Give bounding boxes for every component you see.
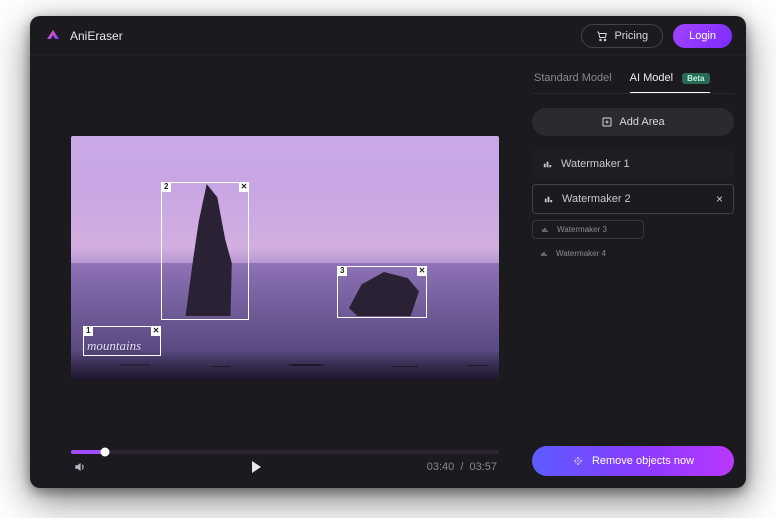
pricing-button[interactable]: Pricing <box>581 24 663 48</box>
watermark-item[interactable]: Watermaker 1 <box>532 150 734 178</box>
resize-handle[interactable] <box>337 266 345 274</box>
resize-handle[interactable] <box>153 326 161 334</box>
play-button[interactable] <box>252 461 261 473</box>
add-area-button[interactable]: Add Area <box>532 108 734 136</box>
layer-icon <box>543 194 554 205</box>
add-area-label: Add Area <box>619 116 664 128</box>
watermark-label: Watermaker 4 <box>556 249 606 258</box>
resize-handle[interactable] <box>161 312 169 320</box>
remove-objects-button[interactable]: Remove objects now <box>532 446 734 476</box>
watermark-label: Watermaker 3 <box>557 225 607 234</box>
layer-icon <box>540 250 548 258</box>
volume-icon[interactable] <box>73 460 87 474</box>
beta-badge: Beta <box>682 73 709 84</box>
login-label: Login <box>689 30 716 42</box>
add-area-icon <box>601 116 613 128</box>
timeline[interactable] <box>71 450 499 454</box>
resize-handle[interactable] <box>241 182 249 190</box>
watermark-subitem[interactable]: Watermaker 3 <box>532 220 644 239</box>
time-total: 03:57 <box>469 461 497 473</box>
time-sep: / <box>460 461 463 473</box>
brand-name: AniEraser <box>70 29 123 43</box>
app-header: AniEraser Pricing Login <box>30 16 746 56</box>
time-display: 03:40 / 03:57 <box>427 461 497 473</box>
tab-ai-model[interactable]: AI Model Beta <box>630 64 710 93</box>
tab-ai-label: AI Model <box>630 72 673 84</box>
tab-standard-model[interactable]: Standard Model <box>534 64 612 93</box>
pricing-label: Pricing <box>614 30 648 42</box>
resize-handle[interactable] <box>83 326 91 334</box>
layer-icon <box>541 226 549 234</box>
close-icon[interactable]: × <box>716 193 723 205</box>
watermark-label: Watermaker 2 <box>562 193 631 205</box>
resize-handle[interactable] <box>419 266 427 274</box>
remove-objects-label: Remove objects now <box>592 455 694 467</box>
resize-handle[interactable] <box>337 310 345 318</box>
layer-icon <box>542 159 553 170</box>
resize-handle[interactable] <box>161 182 169 190</box>
login-button[interactable]: Login <box>673 24 732 48</box>
selection-1[interactable]: 1 ✕ <box>83 326 161 356</box>
watermark-list: Watermaker 1 Watermaker 2 × Watermaker 3 <box>532 150 734 262</box>
time-current: 03:40 <box>427 461 455 473</box>
video-canvas[interactable]: mountains 2 ✕ 3 ✕ <box>71 136 499 380</box>
brand-logo-icon <box>44 27 62 45</box>
selection-2[interactable]: 2 ✕ <box>161 182 249 320</box>
watermark-label: Watermaker 1 <box>561 158 630 170</box>
resize-handle[interactable] <box>241 312 249 320</box>
selection-3[interactable]: 3 ✕ <box>337 266 427 318</box>
magic-icon <box>572 455 584 467</box>
editor-panel: mountains 2 ✕ 3 ✕ <box>30 56 520 488</box>
watermark-item-active[interactable]: Watermaker 2 × <box>532 184 734 214</box>
timeline-thumb[interactable] <box>101 448 110 457</box>
brand: AniEraser <box>44 27 123 45</box>
cart-icon <box>596 30 608 42</box>
sidebar: Standard Model AI Model Beta Add Area Wa… <box>520 56 746 488</box>
resize-handle[interactable] <box>419 310 427 318</box>
resize-handle[interactable] <box>83 348 91 356</box>
resize-handle[interactable] <box>153 348 161 356</box>
watermark-subitem[interactable]: Watermaker 4 <box>532 245 644 262</box>
model-tabs: Standard Model AI Model Beta <box>532 64 734 94</box>
